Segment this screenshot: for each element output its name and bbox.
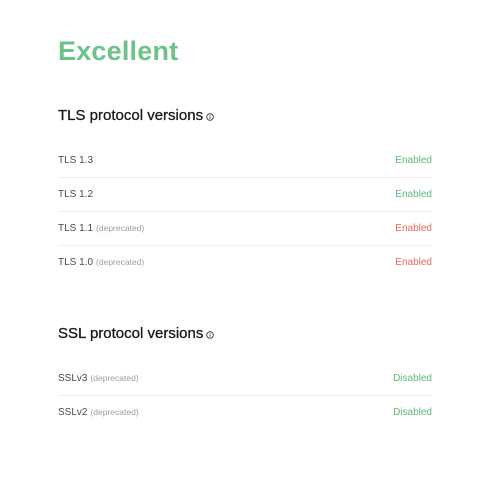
version-name: SSLv3	[58, 373, 88, 384]
status-label: Enabled	[395, 155, 432, 166]
version-name: TLS 1.2	[58, 189, 94, 200]
tls-version-list: TLS 1.3 Enabled TLS 1.2 Enabled TLS 1.1(…	[58, 144, 432, 279]
status-label: Enabled	[395, 223, 432, 234]
ssl-version-list: SSLv3 (deprecated) Disabled SSLv2 (depreca…	[58, 362, 432, 429]
version-note: (deprecated)	[90, 407, 139, 417]
version-note: (deprecated)	[96, 223, 145, 233]
status-label: Enabled	[395, 189, 432, 200]
list-item: SSLv3 (deprecated) Disabled	[58, 362, 432, 396]
tls-section-title: TLS protocol versions	[58, 107, 214, 124]
version-note: (deprecated)	[90, 373, 139, 383]
status-label: Disabled	[393, 373, 432, 384]
ssl-section-label: SSL protocol versions	[58, 325, 204, 342]
info-icon[interactable]	[206, 330, 215, 339]
version-name: SSLv2	[58, 407, 88, 418]
list-item: TLS 1.3 Enabled	[58, 144, 432, 178]
version-name: TLS 1.0	[58, 257, 94, 268]
list-item: TLS 1.0 (deprecated) Enabled	[58, 246, 432, 279]
status-label: Disabled	[393, 407, 432, 418]
grade-heading: Excellent	[58, 36, 179, 66]
list-item: SSLv2 (deprecated) Disabled	[58, 396, 432, 429]
info-icon[interactable]	[206, 112, 214, 121]
version-name: TLS 1.1	[58, 223, 94, 234]
tls-section-label: TLS protocol versions	[58, 107, 204, 124]
version-name: TLS 1.3	[58, 155, 94, 166]
list-item: TLS 1.1 (deprecated) Enabled	[58, 212, 432, 246]
version-note: (deprecated)	[96, 257, 145, 267]
ssl-section-title: SSL protocol versions	[58, 325, 215, 342]
status-label: Enabled	[395, 257, 432, 268]
list-item: TLS 1.2 Enabled	[58, 178, 432, 212]
